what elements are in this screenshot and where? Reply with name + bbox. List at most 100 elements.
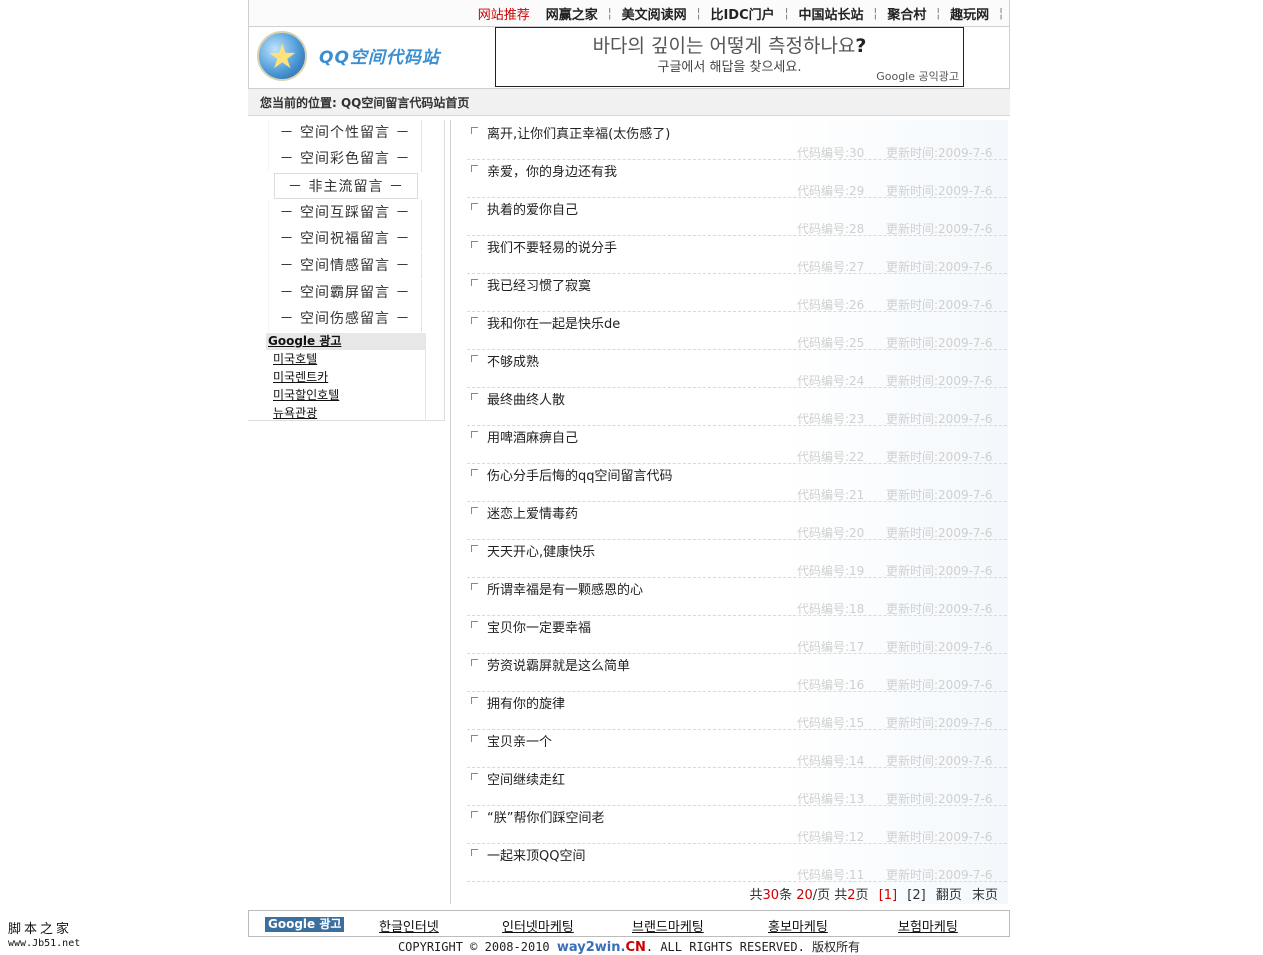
page-2-link[interactable]: [2] — [907, 888, 925, 903]
item-title[interactable]: 我们不要轻易的说分手 — [487, 237, 617, 256]
item-code: 代码编号:30 — [797, 146, 865, 160]
page-wrapper: 网站推荐 网赢之家 ¦ 美文阅读网 ¦ 比IDC门户 ¦ 中国站长站 ¦ 聚合村… — [248, 0, 1010, 904]
item-title[interactable]: 一起来顶QQ空间 — [487, 845, 585, 864]
page-1-link[interactable]: [1] — [879, 888, 897, 903]
list-item[interactable]: 宝贝亲一个 代码编号:14 更新时间:2009-7-6 — [467, 730, 1007, 768]
item-time: 更新时间:2009-7-6 — [886, 868, 993, 882]
list-item[interactable]: 我们不要轻易的说分手 代码编号:27 更新时间:2009-7-6 — [467, 236, 1007, 274]
footer-google-ad-label[interactable]: Google 광고 — [265, 917, 345, 932]
item-title[interactable]: 不够成熟 — [487, 351, 539, 370]
item-title[interactable]: 宝贝亲一个 — [487, 731, 552, 750]
top-link-meiwen[interactable]: 美文阅读网 — [614, 4, 695, 23]
item-meta: 代码编号:24 更新时间:2009-7-6 — [467, 370, 1007, 388]
top-link-chinaz[interactable]: 中国站长站 — [790, 4, 871, 23]
brand-name[interactable]: way2win.CN — [557, 940, 646, 955]
bullet-icon — [471, 849, 478, 856]
item-title[interactable]: 离开,让你们真正幸福(太伤感了) — [487, 123, 670, 142]
item-title[interactable]: 执着的爱你自己 — [487, 199, 578, 218]
ad-link-newyork[interactable]: 뉴욕관광 — [273, 404, 425, 422]
site-logo-text[interactable]: QQ空间代码站 — [319, 43, 440, 68]
list-item[interactable]: 亲爱，你的身边还有我代码编号:29 更新时间:2009-7-6 — [467, 160, 1007, 198]
footer-link-internet-marketing[interactable]: 인터넷마케팅 — [502, 916, 574, 935]
item-meta: 代码编号:12 更新时间:2009-7-6 — [467, 826, 1007, 844]
item-title[interactable]: “朕”帮你们踩空间老 — [487, 807, 604, 826]
sidebar-item-gexing[interactable]: － 空间个性留言 － — [268, 120, 422, 146]
list-item[interactable]: “朕”帮你们踩空间老 代码编号:12 更新时间:2009-7-6 — [467, 806, 1007, 844]
pagination: 共30条 20/页 共2页 [1] [2] 翻页 末页 — [749, 888, 999, 903]
item-title[interactable]: 我已经习惯了寂寞 — [487, 275, 591, 294]
item-title[interactable]: 空间继续走红 — [487, 769, 565, 788]
item-time: 更新时间:2009-7-6 — [886, 488, 993, 502]
item-title[interactable]: 拥有你的旋律 — [487, 693, 565, 712]
google-ad-heading[interactable]: Google 광고 — [266, 333, 425, 350]
item-title[interactable]: 伤心分手后悔的qq空间留言代码 — [487, 465, 673, 484]
footer-link-brand-marketing[interactable]: 브랜드마케팅 — [632, 916, 704, 935]
list-item[interactable]: 拥有你的旋律 代码编号:15 更新时间:2009-7-6 — [467, 692, 1007, 730]
sidebar-item-baping[interactable]: － 空间霸屏留言 － — [268, 280, 422, 306]
list-item[interactable]: 我和你在一起是快乐de 代码编号:25 更新时间:2009-7-6 — [467, 312, 1007, 350]
watermark-title: 脚本之家 — [8, 922, 73, 937]
list-item[interactable]: 迷恋上爱情毒药 代码编号:20 更新时间:2009-7-6 — [467, 502, 1007, 540]
item-meta: 代码编号:25 更新时间:2009-7-6 — [467, 332, 1007, 350]
item-time: 更新时间:2009-7-6 — [886, 184, 993, 198]
footer-link-hangul-internet[interactable]: 한글인터넷 — [379, 916, 439, 935]
header-ad-banner[interactable]: 바다의 깊이는 어떻게 측정하나요? 구글에서 해답을 찾으세요. Google… — [495, 27, 964, 87]
item-title[interactable]: 亲爱，你的身边还有我 — [487, 161, 617, 180]
top-link-quwan[interactable]: 趣玩网 — [942, 4, 997, 23]
top-link-idc[interactable]: 比IDC门户 — [702, 4, 782, 23]
item-title[interactable]: 迷恋上爱情毒药 — [487, 503, 578, 522]
item-meta: 代码编号:16 更新时间:2009-7-6 — [467, 674, 1007, 692]
item-title[interactable]: 天天开心,健康快乐 — [487, 541, 595, 560]
item-code: 代码编号:16 — [797, 678, 865, 692]
item-code: 代码编号:21 — [797, 488, 865, 502]
top-link-juhecun[interactable]: 聚合村 — [879, 4, 934, 23]
ad-link-discount-hotel[interactable]: 미국할인호텔 — [273, 386, 425, 404]
list-item[interactable]: 伤心分手后悔的qq空间留言代码代码编号:21 更新时间:2009-7-6 — [467, 464, 1007, 502]
ad-link-rentcar[interactable]: 미국렌트카 — [273, 368, 425, 386]
item-meta: 代码编号:11 更新时间:2009-7-6 — [467, 864, 1007, 882]
item-title[interactable]: 宝贝你一定要幸福 — [487, 617, 591, 636]
footer-link-insurance-marketing[interactable]: 보험마케팅 — [898, 916, 958, 935]
ad-link-hotel[interactable]: 미국호텔 — [273, 350, 425, 368]
ad-footer-label[interactable]: Google 공익광고 — [876, 68, 959, 84]
item-title[interactable]: 劳资说霸屏就是这么简单 — [487, 655, 630, 674]
sidebar-item-zhufu[interactable]: － 空间祝福留言 － — [268, 226, 422, 252]
list-item[interactable]: 所谓幸福是有一颗感恩的心 代码编号:18 更新时间:2009-7-6 — [467, 578, 1007, 616]
item-time: 更新时间:2009-7-6 — [886, 260, 993, 274]
item-code: 代码编号:28 — [797, 222, 865, 236]
list-item[interactable]: 不够成熟 代码编号:24 更新时间:2009-7-6 — [467, 350, 1007, 388]
item-title[interactable]: 我和你在一起是快乐de — [487, 313, 620, 332]
item-title[interactable]: 最终曲终人散 — [487, 389, 565, 408]
footer-link-pr-marketing[interactable]: 홍보마케팅 — [768, 916, 828, 935]
list-item[interactable]: 用啤酒麻痹自己 代码编号:22 更新时间:2009-7-6 — [467, 426, 1007, 464]
item-code: 代码编号:29 — [797, 184, 865, 198]
bullet-icon — [471, 621, 478, 628]
list-item[interactable]: 宝贝你一定要幸福 代码编号:17 更新时间:2009-7-6 — [467, 616, 1007, 654]
sidebar-item-qinggan[interactable]: － 空间情感留言 － — [268, 253, 422, 279]
list-item[interactable]: 劳资说霸屏就是这么简单 代码编号:16 更新时间:2009-7-6 — [467, 654, 1007, 692]
bullet-icon — [471, 507, 478, 514]
item-title[interactable]: 所谓幸福是有一颗感恩的心 — [487, 579, 643, 598]
list-item[interactable]: 执着的爱你自己 代码编号:28 更新时间:2009-7-6 — [467, 198, 1007, 236]
list-item[interactable]: 一起来顶QQ空间 代码编号:11 更新时间:2009-7-6 — [467, 844, 1007, 882]
qq-star-logo-icon[interactable]: ★ — [257, 31, 307, 81]
item-title[interactable]: 用啤酒麻痹自己 — [487, 427, 578, 446]
sidebar-item-shanggan[interactable]: － 空间伤感留言 － — [268, 306, 422, 332]
item-time: 更新时间:2009-7-6 — [886, 146, 993, 160]
top-link-wangying[interactable]: 网赢之家 — [538, 4, 606, 23]
item-code: 代码编号:20 — [797, 526, 865, 540]
list-item[interactable]: 空间继续走红 代码编号:13 更新时间:2009-7-6 — [467, 768, 1007, 806]
bullet-icon — [471, 735, 478, 742]
list-item[interactable]: 天天开心,健康快乐代码编号:19 更新时间:2009-7-6 — [467, 540, 1007, 578]
sidebar-item-caise[interactable]: － 空间彩色留言 － — [268, 146, 422, 172]
sidebar-item-feizhuliu[interactable]: － 非主流留言 － — [274, 173, 418, 199]
list-item[interactable]: 离开,让你们真正幸福(太伤感了) 代码编号:30 更新时间:2009-7-6 — [467, 122, 1007, 160]
item-time: 更新时间:2009-7-6 — [886, 564, 993, 578]
next-page-link[interactable]: 翻页 — [936, 888, 962, 903]
list-item[interactable]: 我已经习惯了寂寞 代码编号:26 更新时间:2009-7-6 — [467, 274, 1007, 312]
top-link-recommend[interactable]: 网站推荐 — [470, 4, 538, 23]
last-page-link[interactable]: 末页 — [972, 888, 998, 903]
sidebar-item-hucai[interactable]: － 空间互踩留言 － — [268, 200, 422, 226]
list-item[interactable]: 最终曲终人散 代码编号:23 更新时间:2009-7-6 — [467, 388, 1007, 426]
item-code: 代码编号:19 — [797, 564, 865, 578]
